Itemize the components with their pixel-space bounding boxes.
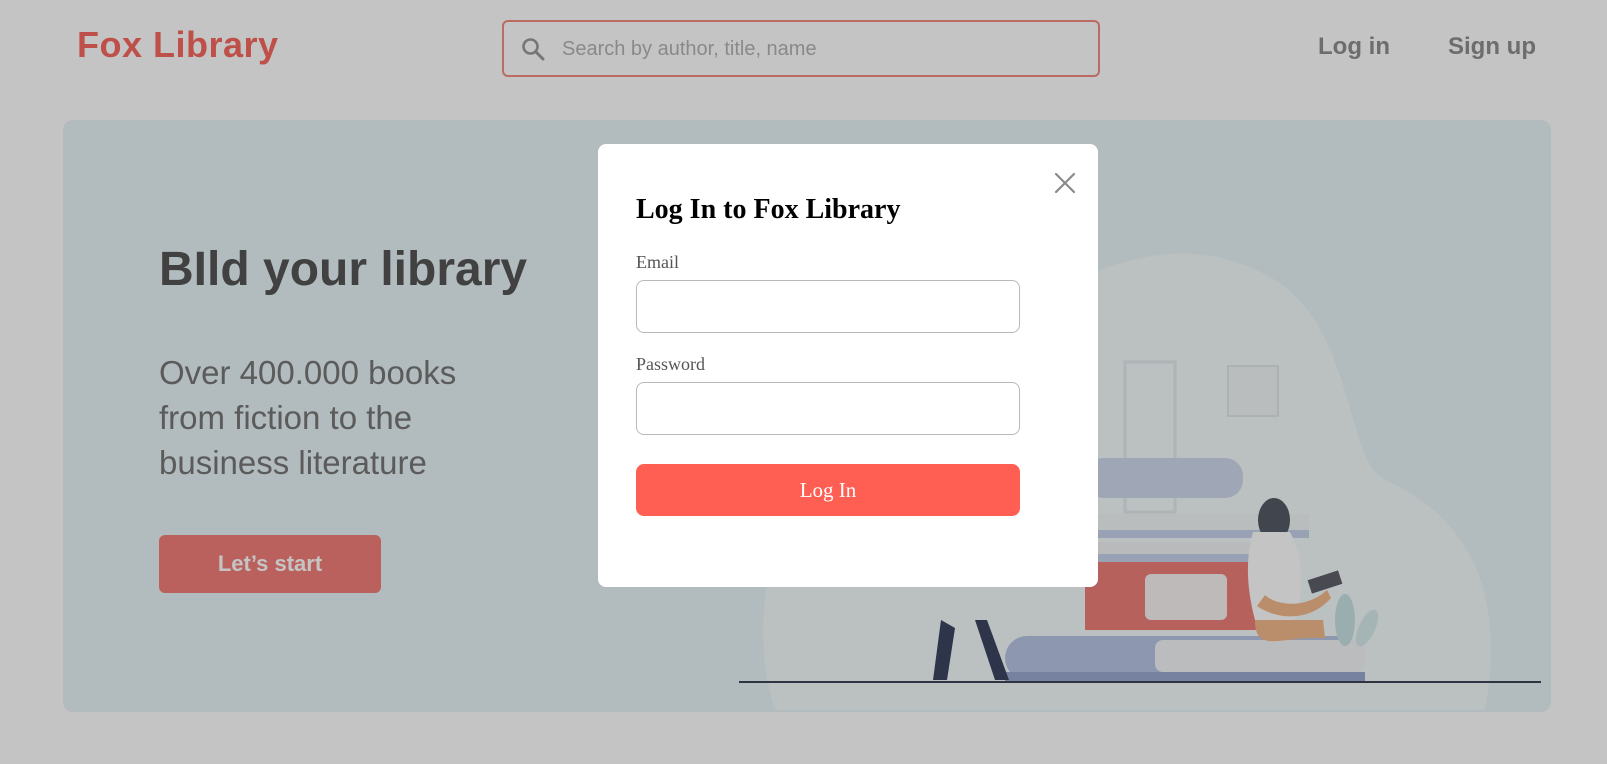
login-modal: Log In to Fox Library Email Password Log…	[598, 144, 1098, 587]
login-submit-button[interactable]: Log In	[636, 464, 1020, 516]
password-label: Password	[636, 354, 706, 374]
email-label: Email	[636, 252, 679, 272]
email-field[interactable]	[636, 280, 1020, 333]
password-field[interactable]	[636, 382, 1020, 435]
close-icon[interactable]	[1050, 168, 1080, 198]
modal-title: Log In to Fox Library	[636, 194, 901, 225]
